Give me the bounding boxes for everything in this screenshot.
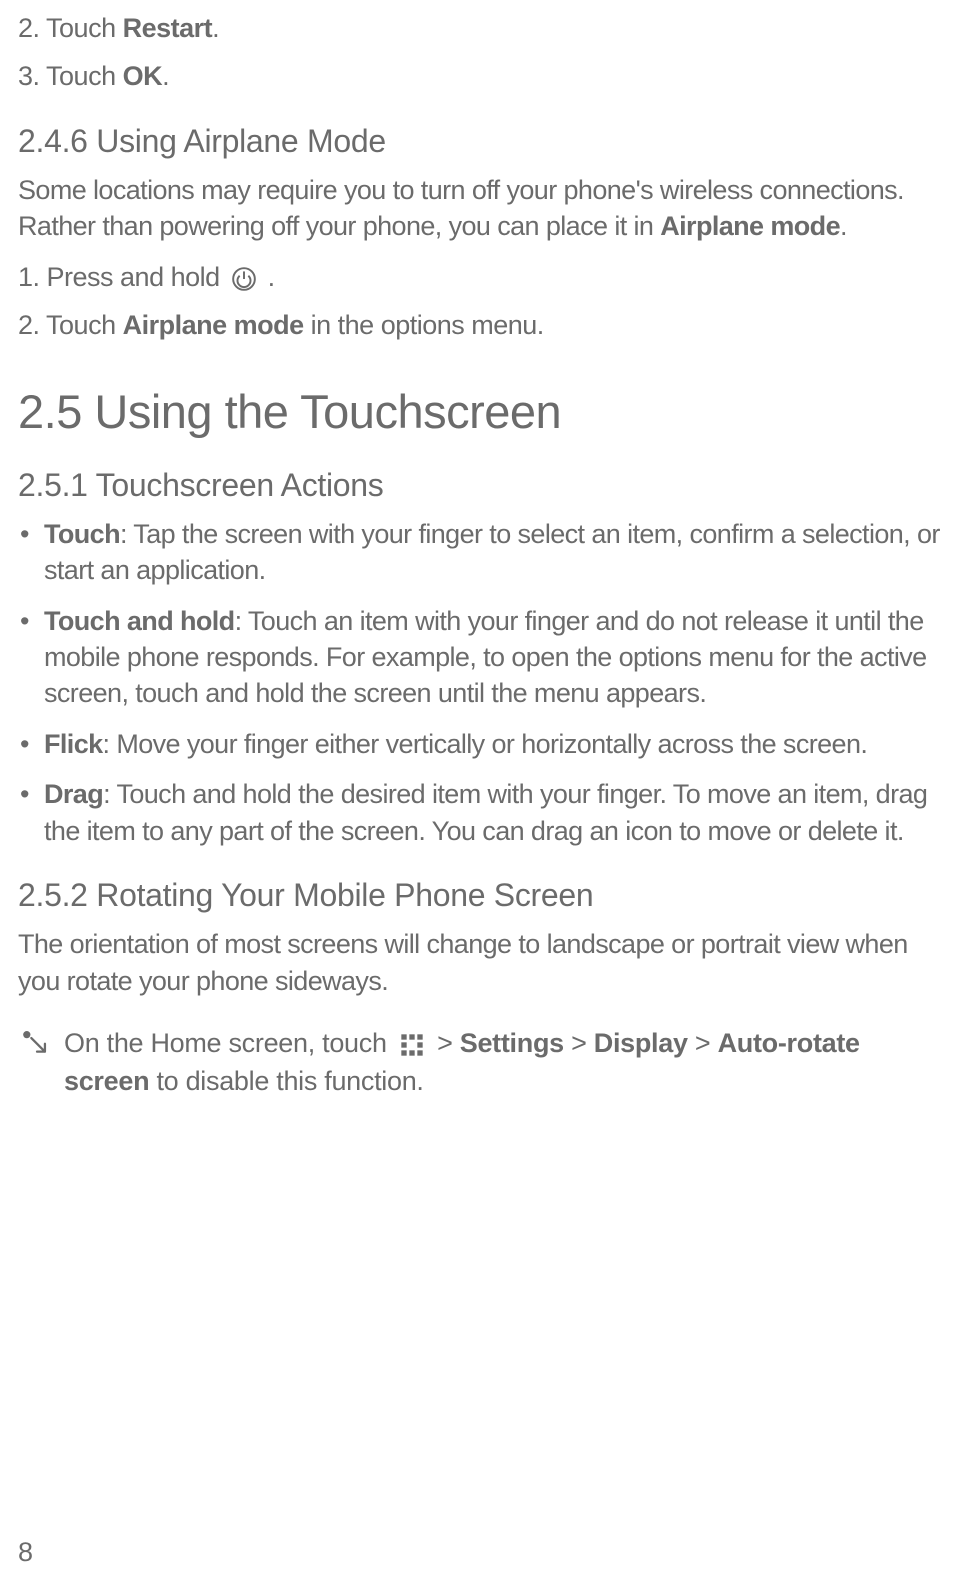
step-246-1-suffix: . [261, 262, 275, 292]
para-246-bold: Airplane mode [660, 211, 840, 241]
step-246-2-prefix: 2. Touch [18, 310, 123, 340]
bullet-flick-bold: Flick [44, 729, 103, 759]
note-prefix: On the Home screen, touch [64, 1028, 394, 1058]
bullet-touchhold-bold: Touch and hold [44, 606, 235, 636]
bullet-list-251: Touch: Tap the screen with your finger t… [18, 516, 944, 850]
note-block: On the Home screen, touch > Settings > D… [18, 1025, 944, 1101]
step-3-prefix: 3. Touch [18, 61, 123, 91]
bullet-flick: Flick: Move your finger either verticall… [18, 726, 944, 762]
step-2: 2. Touch Restart. [18, 10, 944, 46]
page-number: 8 [18, 1537, 33, 1568]
step-246-1-prefix: 1. Press and hold [18, 262, 227, 292]
step-246-2-suffix: in the options menu. [304, 310, 544, 340]
note-display: Display [594, 1028, 688, 1058]
para-252: The orientation of most screens will cha… [18, 926, 944, 999]
heading-251: 2.5.1 Touchscreen Actions [18, 467, 944, 504]
bullet-touchhold: Touch and hold: Touch an item with your … [18, 603, 944, 712]
bullet-drag-bold: Drag [44, 779, 103, 809]
power-icon [227, 266, 261, 292]
note-gt3: > [688, 1028, 718, 1058]
heading-246: 2.4.6 Using Airplane Mode [18, 123, 944, 160]
note-gt1: > [430, 1028, 460, 1058]
bullet-drag: Drag: Touch and hold the desired item wi… [18, 776, 944, 849]
note-gt2: > [564, 1028, 594, 1058]
bullet-touch-text: : Tap the screen with your finger to sel… [44, 519, 940, 585]
step-246-1: 1. Press and hold . [18, 259, 944, 295]
bullet-touch-bold: Touch [44, 519, 120, 549]
bullet-touch: Touch: Tap the screen with your finger t… [18, 516, 944, 589]
note-settings: Settings [460, 1028, 564, 1058]
bullet-drag-text: : Touch and hold the desired item with y… [44, 779, 927, 845]
step-246-2: 2. Touch Airplane mode in the options me… [18, 307, 944, 343]
apps-grid-icon [394, 1033, 430, 1057]
para-246-suffix: . [840, 211, 847, 241]
step-3-bold: OK [123, 61, 163, 91]
step-3-suffix: . [162, 61, 169, 91]
step-2-bold: Restart [123, 13, 213, 43]
heading-25: 2.5 Using the Touchscreen [18, 384, 944, 439]
note-arrow-icon [20, 1029, 54, 1063]
step-3: 3. Touch OK. [18, 58, 944, 94]
step-246-2-bold: Airplane mode [123, 310, 304, 340]
note-suffix: to disable this function. [149, 1066, 423, 1096]
step-2-prefix: 2. Touch [18, 13, 123, 43]
heading-252: 2.5.2 Rotating Your Mobile Phone Screen [18, 877, 944, 914]
step-2-suffix: . [212, 13, 219, 43]
bullet-flick-text: : Move your finger either vertically or … [103, 729, 868, 759]
note-text: On the Home screen, touch > Settings > D… [64, 1025, 944, 1101]
para-246: Some locations may require you to turn o… [18, 172, 944, 245]
